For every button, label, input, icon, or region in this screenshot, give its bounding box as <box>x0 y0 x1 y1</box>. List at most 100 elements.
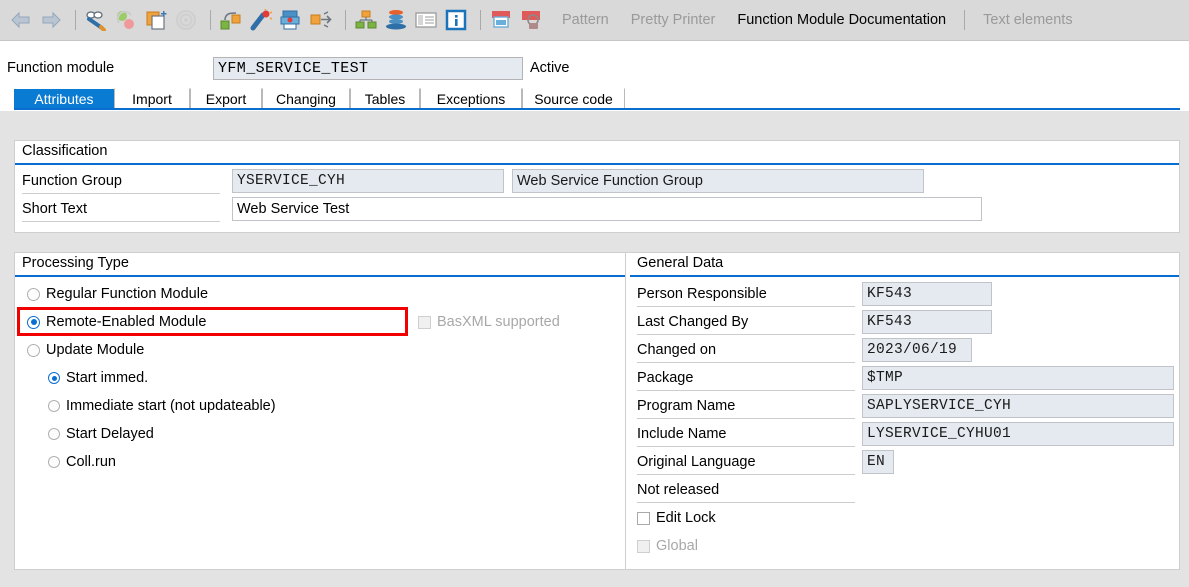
tab-changing[interactable]: Changing <box>262 88 350 109</box>
toolbar-separator <box>964 10 966 30</box>
radio-label: Start immed. <box>66 370 149 386</box>
radio-indicator <box>27 343 40 357</box>
function-module-name-input[interactable]: YFM_SERVICE_TEST <box>213 57 523 80</box>
radio-update-module[interactable]: Update Module <box>27 342 144 358</box>
radio-label: Immediate start (not updateable) <box>66 398 276 414</box>
radio-indicator <box>48 400 60 412</box>
function-group-description: Web Service Function Group <box>512 169 924 193</box>
include-name-label-rule <box>637 446 855 447</box>
checkbox-label: Global <box>656 538 698 554</box>
changed-on-input: 2023/06/19 <box>862 338 972 362</box>
person-responsible-label: Person Responsible <box>637 286 767 302</box>
tab-exceptions[interactable]: Exceptions <box>420 88 522 109</box>
person-responsible-input[interactable]: KF543 <box>862 282 992 306</box>
last-changed-by-label-rule <box>637 334 855 335</box>
radio-start-delayed[interactable]: Start Delayed <box>48 426 154 442</box>
tab-export[interactable]: Export <box>190 88 262 109</box>
package-input[interactable]: $TMP <box>862 366 1174 390</box>
radio-label: Start Delayed <box>66 426 154 442</box>
radio-start-immed[interactable]: Start immed. <box>48 370 148 386</box>
radio-label: Remote-Enabled Module <box>46 314 207 330</box>
display-change-icon[interactable] <box>83 7 109 33</box>
where-used-list-icon[interactable] <box>173 7 199 33</box>
toolbar-button-text-elements[interactable]: Text elements <box>983 12 1072 28</box>
checkbox-global: Global <box>637 538 698 554</box>
original-language-label: Original Language <box>637 454 756 470</box>
checkbox-indicator <box>637 511 650 525</box>
toolbar-button-function-module-documentation[interactable]: Function Module Documentation <box>737 12 946 28</box>
checkbox-edit-lock[interactable]: Edit Lock <box>637 510 716 526</box>
program-name-input: SAPLYSERVICE_CYH <box>862 394 1174 418</box>
tab-strip-underline <box>14 108 1180 110</box>
processing-type-title: Processing Type <box>22 255 129 271</box>
processing-type-rule <box>15 275 625 277</box>
stack-icon[interactable] <box>383 7 409 33</box>
include-name-input: LYSERVICE_CYHU01 <box>862 422 1174 446</box>
radio-coll-run[interactable]: Coll.run <box>48 454 116 470</box>
radio-indicator <box>48 372 60 384</box>
radio-label: Update Module <box>46 342 145 358</box>
radio-label: Regular Function Module <box>46 286 209 302</box>
program-name-label-rule <box>637 418 855 419</box>
general-data-rule <box>630 275 1179 277</box>
back-arrow-icon[interactable] <box>8 7 34 33</box>
function-group-label-rule <box>22 193 220 194</box>
toolbar-separator <box>480 10 481 30</box>
navigate-icon[interactable] <box>308 7 334 33</box>
original-language-label-rule <box>637 474 855 475</box>
toolbar-separator <box>75 10 76 30</box>
object-hierarchy-icon[interactable] <box>353 7 379 33</box>
original-language-input[interactable]: EN <box>862 450 894 474</box>
last-changed-by-input: KF543 <box>862 310 992 334</box>
tab-tables[interactable]: Tables <box>350 88 420 109</box>
radio-indicator <box>48 456 60 468</box>
check-icon[interactable] <box>218 7 244 33</box>
radio-regular-function-module[interactable]: Regular Function Module <box>27 286 208 302</box>
toolbar-button-pretty-printer[interactable]: Pretty Printer <box>631 12 716 28</box>
checkbox-label: Edit Lock <box>656 510 716 526</box>
forward-arrow-icon[interactable] <box>38 7 64 33</box>
information-icon[interactable] <box>443 7 469 33</box>
list-icon[interactable] <box>413 7 439 33</box>
sap-function-builder-window: Pattern Pretty Printer Function Module D… <box>0 0 1189 587</box>
function-module-label: Function module <box>7 60 115 76</box>
classification-rule <box>15 163 1179 165</box>
function-group-input[interactable]: YSERVICE_CYH <box>232 169 504 193</box>
program-name-label: Program Name <box>637 398 736 414</box>
panel-vertical-divider <box>625 253 626 569</box>
refresh-icon[interactable] <box>113 7 139 33</box>
function-module-status: Active <box>530 60 570 76</box>
checkbox-indicator <box>418 315 431 329</box>
function-group-label: Function Group <box>22 173 122 189</box>
radio-remote-enabled-module[interactable]: Remote-Enabled Module <box>27 314 206 330</box>
radio-indicator <box>48 428 60 440</box>
checkbox-label: BasXML supported <box>437 314 560 330</box>
short-text-label: Short Text <box>22 201 88 217</box>
function-module-header: Function module <box>0 53 1189 86</box>
short-text-input[interactable]: Web Service Test <box>232 197 982 221</box>
radio-immediate-start-not-updateable[interactable]: Immediate start (not updateable) <box>48 398 276 414</box>
debugger-icon[interactable] <box>488 7 514 33</box>
tab-source-code[interactable]: Source code <box>522 88 625 109</box>
release-status-rule <box>637 502 855 503</box>
copy-icon[interactable] <box>143 7 169 33</box>
include-name-label: Include Name <box>637 426 727 442</box>
application-toolbar: Pattern Pretty Printer Function Module D… <box>0 0 1189 41</box>
changed-on-label-rule <box>637 362 855 363</box>
print-icon[interactable] <box>278 7 304 33</box>
toolbar-separator <box>210 10 211 30</box>
package-label: Package <box>637 370 694 386</box>
changed-on-label: Changed on <box>637 342 717 358</box>
radio-indicator <box>27 315 40 329</box>
radio-label: Coll.run <box>66 454 116 470</box>
classification-title: Classification <box>22 143 108 159</box>
tab-attributes[interactable]: Attributes <box>14 88 114 109</box>
tab-import[interactable]: Import <box>114 88 190 109</box>
person-responsible-label-rule <box>637 306 855 307</box>
toolbar-separator <box>345 10 346 30</box>
last-changed-by-label: Last Changed By <box>637 314 749 330</box>
breakpoint-icon[interactable] <box>518 7 544 33</box>
toolbar-button-pattern[interactable]: Pattern <box>562 12 609 28</box>
checkbox-indicator <box>637 539 650 553</box>
activate-icon[interactable] <box>248 7 274 33</box>
